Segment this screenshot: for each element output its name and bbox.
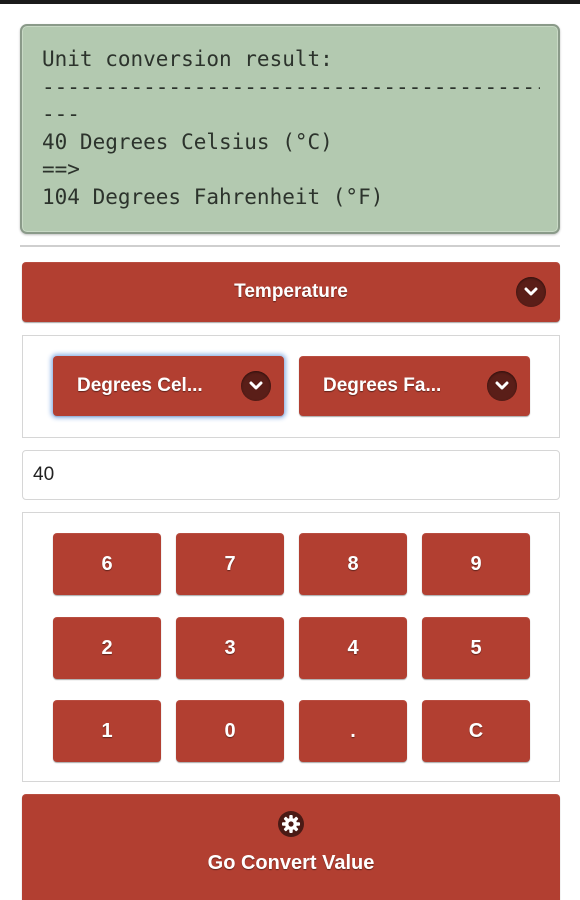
key-8[interactable]: 8 bbox=[299, 533, 407, 595]
from-unit-label: Degrees Cel... bbox=[77, 375, 203, 396]
result-separator-wrap: --- bbox=[42, 102, 80, 126]
key-0[interactable]: 0 bbox=[176, 700, 284, 762]
key-4[interactable]: 4 bbox=[299, 617, 407, 679]
chevron-down-icon bbox=[487, 371, 517, 401]
to-unit-select[interactable]: Degrees Fa... bbox=[299, 356, 530, 416]
unit-selectors-panel: Degrees Cel... Degrees Fa... bbox=[22, 335, 560, 438]
result-input-value: 40 Degrees Celsius (°C) bbox=[42, 129, 333, 154]
key-1[interactable]: 1 bbox=[53, 700, 161, 762]
result-separator: ----------------------------------------… bbox=[42, 74, 540, 99]
key-decimal[interactable]: . bbox=[299, 700, 407, 762]
result-display: Unit conversion result: ----------------… bbox=[20, 24, 560, 234]
convert-button-label: Go Convert Value bbox=[207, 852, 375, 874]
category-label: Temperature bbox=[234, 281, 348, 302]
from-unit-select[interactable]: Degrees Cel... bbox=[53, 356, 284, 416]
chevron-down-icon bbox=[241, 371, 271, 401]
result-arrow: ==> bbox=[42, 157, 80, 181]
keypad: 6 7 8 9 2 3 4 5 1 0 . C bbox=[22, 512, 560, 782]
result-title: Unit conversion result: bbox=[42, 47, 333, 71]
divider bbox=[20, 245, 560, 247]
key-5[interactable]: 5 bbox=[422, 617, 530, 679]
key-6[interactable]: 6 bbox=[53, 533, 161, 595]
key-3[interactable]: 3 bbox=[176, 617, 284, 679]
key-9[interactable]: 9 bbox=[422, 533, 530, 595]
category-select[interactable]: Temperature bbox=[22, 262, 560, 322]
result-output-value: 104 Degrees Fahrenheit (°F) bbox=[42, 184, 384, 209]
value-input[interactable] bbox=[22, 450, 560, 500]
gear-icon bbox=[277, 810, 305, 838]
key-clear[interactable]: C bbox=[422, 700, 530, 762]
top-bar bbox=[0, 0, 580, 4]
to-unit-label: Degrees Fa... bbox=[323, 375, 442, 396]
key-7[interactable]: 7 bbox=[176, 533, 284, 595]
key-2[interactable]: 2 bbox=[53, 617, 161, 679]
chevron-down-icon bbox=[516, 277, 546, 307]
convert-button[interactable]: Go Convert Value bbox=[22, 794, 560, 900]
